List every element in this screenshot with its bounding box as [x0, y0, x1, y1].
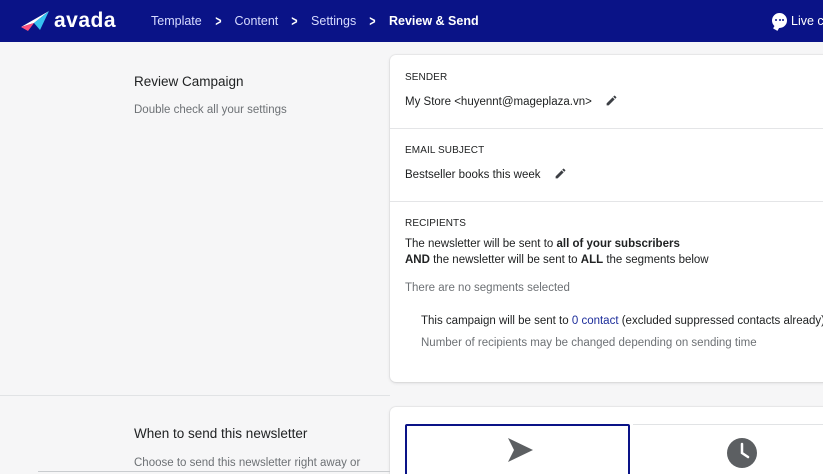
page-scrollbar-track [38, 471, 390, 472]
review-campaign-description: Double check all your settings [134, 104, 287, 116]
recipient-count-suffix: (excluded suppressed contacts already) [618, 315, 823, 327]
pencil-icon [555, 168, 566, 179]
recipient-count-row: This campaign will be sent to 0 contact … [421, 315, 823, 327]
chat-icon [772, 13, 787, 28]
divider [390, 128, 823, 129]
breadcrumb-settings[interactable]: Settings [311, 14, 356, 28]
recipients-all-subscribers: all of your subscribers [556, 238, 680, 250]
top-navbar: avada Template > Content > Settings > Re… [0, 0, 823, 42]
review-card: SENDER My Store <huyennt@mageplaza.vn> E… [390, 55, 823, 382]
recipients-and: AND [405, 254, 430, 266]
breadcrumb-review-send: Review & Send [388, 14, 479, 28]
recipients-line-2-text: the newsletter will be sent to [429, 254, 581, 266]
logo-icon [21, 11, 49, 31]
recipient-count-prefix: This campaign will be sent to [421, 315, 572, 327]
breadcrumb-template[interactable]: Template [151, 14, 202, 28]
send-time-title: When to send this newsletter [134, 426, 308, 441]
sender-label: SENDER [405, 72, 448, 83]
email-subject-label: EMAIL SUBJECT [405, 145, 485, 156]
email-subject-value: Bestseller books this week [405, 169, 541, 182]
sender-value: My Store <huyennt@mageplaza.vn> [405, 96, 592, 109]
recipients-line-2-suffix: the segments below [603, 254, 709, 266]
breadcrumb: Template > Content > Settings > Review &… [151, 0, 479, 42]
recipients-label: RECIPIENTS [405, 218, 467, 229]
logo[interactable]: avada [20, 9, 116, 33]
chevron-right-icon: > [369, 12, 376, 30]
review-campaign-title: Review Campaign [134, 74, 244, 89]
chevron-right-icon: > [215, 12, 222, 30]
section-divider [0, 395, 390, 396]
clock-icon [727, 438, 757, 468]
live-chat-label: Live ch [791, 13, 823, 28]
recipients-line-1-text: The newsletter will be sent to [405, 238, 557, 250]
recipients-all: ALL [580, 254, 604, 266]
edit-sender-button[interactable] [605, 94, 618, 110]
schedule-option[interactable] [633, 424, 823, 474]
send-time-description: Choose to send this newsletter right awa… [134, 457, 361, 469]
send-now-option[interactable] [405, 424, 630, 474]
recipient-count-note: Number of recipients may be changed depe… [421, 337, 757, 349]
send-icon [508, 438, 533, 462]
live-chat-button[interactable]: Live ch [772, 13, 823, 28]
send-options-card [390, 407, 823, 474]
divider [390, 201, 823, 202]
no-segments-text: There are no segments selected [405, 282, 570, 294]
pencil-icon [606, 95, 617, 106]
email-subject-row: Bestseller books this week [405, 167, 567, 183]
edit-subject-button[interactable] [554, 167, 567, 183]
sender-row: My Store <huyennt@mageplaza.vn> [405, 94, 618, 110]
chevron-right-icon: > [291, 12, 298, 30]
recipient-count-link[interactable]: 0 contact [572, 315, 619, 327]
breadcrumb-content[interactable]: Content [235, 14, 279, 28]
logo-text: avada [54, 9, 117, 32]
recipients-line-1: The newsletter will be sent to all of yo… [405, 238, 680, 250]
recipients-line-2: AND the newsletter will be sent to ALL t… [405, 254, 709, 266]
